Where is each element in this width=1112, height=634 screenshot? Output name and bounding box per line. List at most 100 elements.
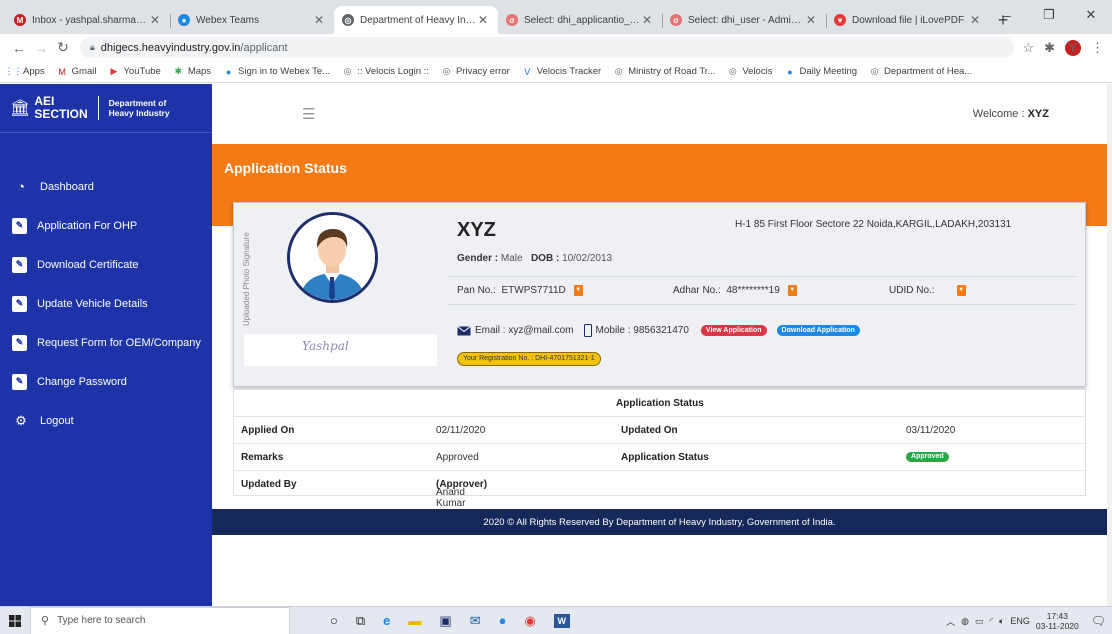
tab-close-icon[interactable]: ✕ xyxy=(476,13,490,27)
sidebar-item-request-oem[interactable]: ✎ Request Form for OEM/Company xyxy=(0,323,212,362)
input-language[interactable]: ENG xyxy=(1010,616,1030,626)
tab-close-icon[interactable]: ✕ xyxy=(312,13,326,27)
bookmark-label: Apps xyxy=(23,66,45,77)
bookmark-item[interactable]: ◎ Privacy error xyxy=(441,66,510,77)
bookmark-item[interactable]: ✱ Maps xyxy=(173,66,212,77)
taskbar-search-input[interactable]: ⚲ Type here to search xyxy=(30,606,290,634)
bookmark-item[interactable]: ◎ Velocis xyxy=(727,66,773,77)
bookmark-label: Velocis xyxy=(742,66,773,77)
page-scrollbar[interactable] xyxy=(1107,84,1112,606)
forward-arrow-icon[interactable]: → xyxy=(30,40,52,56)
reload-icon[interactable]: ↻ xyxy=(52,39,74,56)
pdf-file-icon[interactable]: ▼ xyxy=(956,285,966,296)
address-bar[interactable]: 🔒︎ dhigecs.heavyindustry.gov.in/applican… xyxy=(80,37,1015,58)
bookmark-item[interactable]: ● Daily Meeting xyxy=(784,66,857,77)
bookmark-item[interactable]: ● Sign in to Webex Te... xyxy=(223,66,330,77)
bookmark-item[interactable]: V Velocis Tracker xyxy=(522,66,601,77)
sidebar-item-label: Logout xyxy=(40,414,74,427)
globe-icon: ◎ xyxy=(614,66,623,76)
national-emblem-icon: 🏛︎ xyxy=(10,100,31,117)
bookmark-label: Department of Hea... xyxy=(884,66,973,77)
profile-avatar[interactable]: Y xyxy=(1065,39,1081,56)
sidebar-item-logout[interactable]: ⚙ Logout xyxy=(0,401,212,440)
bookmark-item[interactable]: M Gmail xyxy=(57,66,96,77)
bookmark-item[interactable]: ▶ YouTube xyxy=(108,66,161,77)
lock-icon: 🔒︎ xyxy=(90,42,95,52)
back-arrow-icon[interactable]: ← xyxy=(8,40,30,56)
windows-start-icon[interactable] xyxy=(0,614,30,627)
bookmark-label: Ministry of Road Tr... xyxy=(628,66,716,77)
tab-title: Select: dhi_user - Adminer xyxy=(688,14,804,26)
bookmark-item[interactable]: ⋮⋮ Apps xyxy=(5,66,45,77)
photo-signature-caption: Uploaded Photo Signature xyxy=(242,232,251,326)
mail-icon[interactable]: ✉ xyxy=(470,613,481,629)
browser-tab[interactable]: ♥ Download file | iLovePDF ✕ xyxy=(826,6,990,34)
extensions-puzzle-icon[interactable]: ✱ xyxy=(1044,40,1055,56)
sidebar-item-label: Request Form for OEM/Company xyxy=(37,336,201,349)
updated-on-label: Updated On xyxy=(621,425,678,436)
status-table-title: Application Status xyxy=(616,398,704,409)
tab-title: Select: dhi_applicantio_form xyxy=(524,14,640,26)
browser-tab[interactable]: σ Select: dhi_applicantio_form ✕ xyxy=(498,6,662,34)
view-application-button[interactable]: View Application xyxy=(700,325,767,336)
sidebar-menu: ◔ Dashboard ✎ Application For OHP ✎ Downloa… xyxy=(0,167,212,440)
chrome-icon[interactable]: ◉ xyxy=(524,613,535,629)
browser-tab[interactable]: σ Select: dhi_user - Adminer ✕ xyxy=(662,6,826,34)
tab-close-icon[interactable]: ✕ xyxy=(640,13,654,27)
app-icon[interactable]: ● xyxy=(499,613,507,628)
browser-menu-icon[interactable]: ⋮ xyxy=(1091,40,1104,56)
browser-tab[interactable]: ● Webex Teams ✕ xyxy=(170,6,334,34)
divider xyxy=(448,276,1076,277)
sidebar-item-label: Change Password xyxy=(37,375,127,388)
taskbar-apps: ○ ⧉ e ▬ ▣ ✉ ● ◉ W xyxy=(330,613,570,629)
tab-close-icon[interactable]: ✕ xyxy=(148,13,162,27)
close-window-icon[interactable]: ✕ xyxy=(1070,0,1112,30)
pdf-file-icon[interactable]: ▼ xyxy=(787,285,797,296)
udid-field: UDID No.: ▼ xyxy=(889,285,966,296)
file-explorer-icon[interactable]: ▬ xyxy=(408,613,421,628)
edge-browser-icon[interactable]: e xyxy=(383,613,390,628)
bookmark-star-icon[interactable]: ☆ xyxy=(1022,40,1034,56)
sidebar-item-download-certificate[interactable]: ✎ Download Certificate xyxy=(0,245,212,284)
browser-tab[interactable]: M Inbox - yashpal.sharma@velc✕ xyxy=(6,6,170,34)
pdf-file-icon[interactable]: ▼ xyxy=(573,285,583,296)
sidebar-item-application-ohp[interactable]: ✎ Application For OHP xyxy=(0,206,212,245)
task-view-icon[interactable]: ⧉ xyxy=(356,613,365,629)
hamburger-menu-icon[interactable]: ☰ xyxy=(302,105,315,123)
word-icon[interactable]: W xyxy=(553,613,570,628)
maximize-icon[interactable]: ❐ xyxy=(1028,0,1070,30)
tab-close-icon[interactable]: ✕ xyxy=(968,13,982,27)
download-application-button[interactable]: Download Application xyxy=(776,325,860,336)
sidebar-item-label: Download Certificate xyxy=(37,258,139,271)
battery-icon[interactable]: ▭ xyxy=(975,616,984,627)
url-host: dhigecs.heavyindustry.gov.in xyxy=(100,41,241,54)
adminer-icon: σ xyxy=(670,14,682,26)
page-header: ☰ Welcome : XYZ xyxy=(212,84,1107,144)
tray-expand-icon[interactable]: ︿ xyxy=(946,615,955,628)
bookmark-label: Privacy error xyxy=(455,66,510,77)
sidebar-item-change-password[interactable]: ✎ Change Password xyxy=(0,362,212,401)
bookmark-item[interactable]: ◎ Ministry of Road Tr... xyxy=(613,66,716,77)
store-icon[interactable]: ▣ xyxy=(439,613,451,629)
taskbar-clock[interactable]: 17:43 03-11-2020 xyxy=(1036,611,1079,631)
network-icon[interactable]: ◍ xyxy=(961,616,969,627)
notifications-icon[interactable]: 🗨︎ xyxy=(1091,614,1106,628)
meeting-icon: ● xyxy=(787,66,793,77)
browser-tab[interactable]: ◎ Department of Heavy Industr ✕ xyxy=(334,6,498,34)
gmail-icon: M xyxy=(14,14,26,26)
applicant-address: H-1 85 First Floor Sectore 22 Noida,KARG… xyxy=(735,219,1012,230)
aei-section-logo[interactable]: 🏛︎ AEI SECTION Department of Heavy Indus… xyxy=(0,84,212,133)
logo-divider xyxy=(97,96,99,120)
tab-close-icon[interactable]: ✕ xyxy=(804,13,818,27)
minimize-icon[interactable]: – xyxy=(986,0,1028,30)
bookmark-item[interactable]: ◎ Department of Hea... xyxy=(869,66,973,77)
bookmark-item[interactable]: ◎:: Velocis Login :: xyxy=(342,66,429,77)
volume-icon[interactable]: 🔈︎ xyxy=(999,616,1004,627)
cortana-icon[interactable]: ○ xyxy=(330,613,338,628)
sidebar-item-dashboard[interactable]: ◔ Dashboard xyxy=(0,167,212,206)
adhar-label: Adhar No.: xyxy=(673,285,721,297)
adhar-field: Adhar No.: 48********19 ▼ xyxy=(673,285,797,296)
wifi-icon[interactable]: ◜ xyxy=(989,616,993,627)
bookmarks-bar: ⋮⋮ Apps M Gmail ▶ YouTube ✱ Maps ● Sign in to Web… xyxy=(0,61,1112,83)
sidebar-item-update-vehicle[interactable]: ✎ Update Vehicle Details xyxy=(0,284,212,323)
